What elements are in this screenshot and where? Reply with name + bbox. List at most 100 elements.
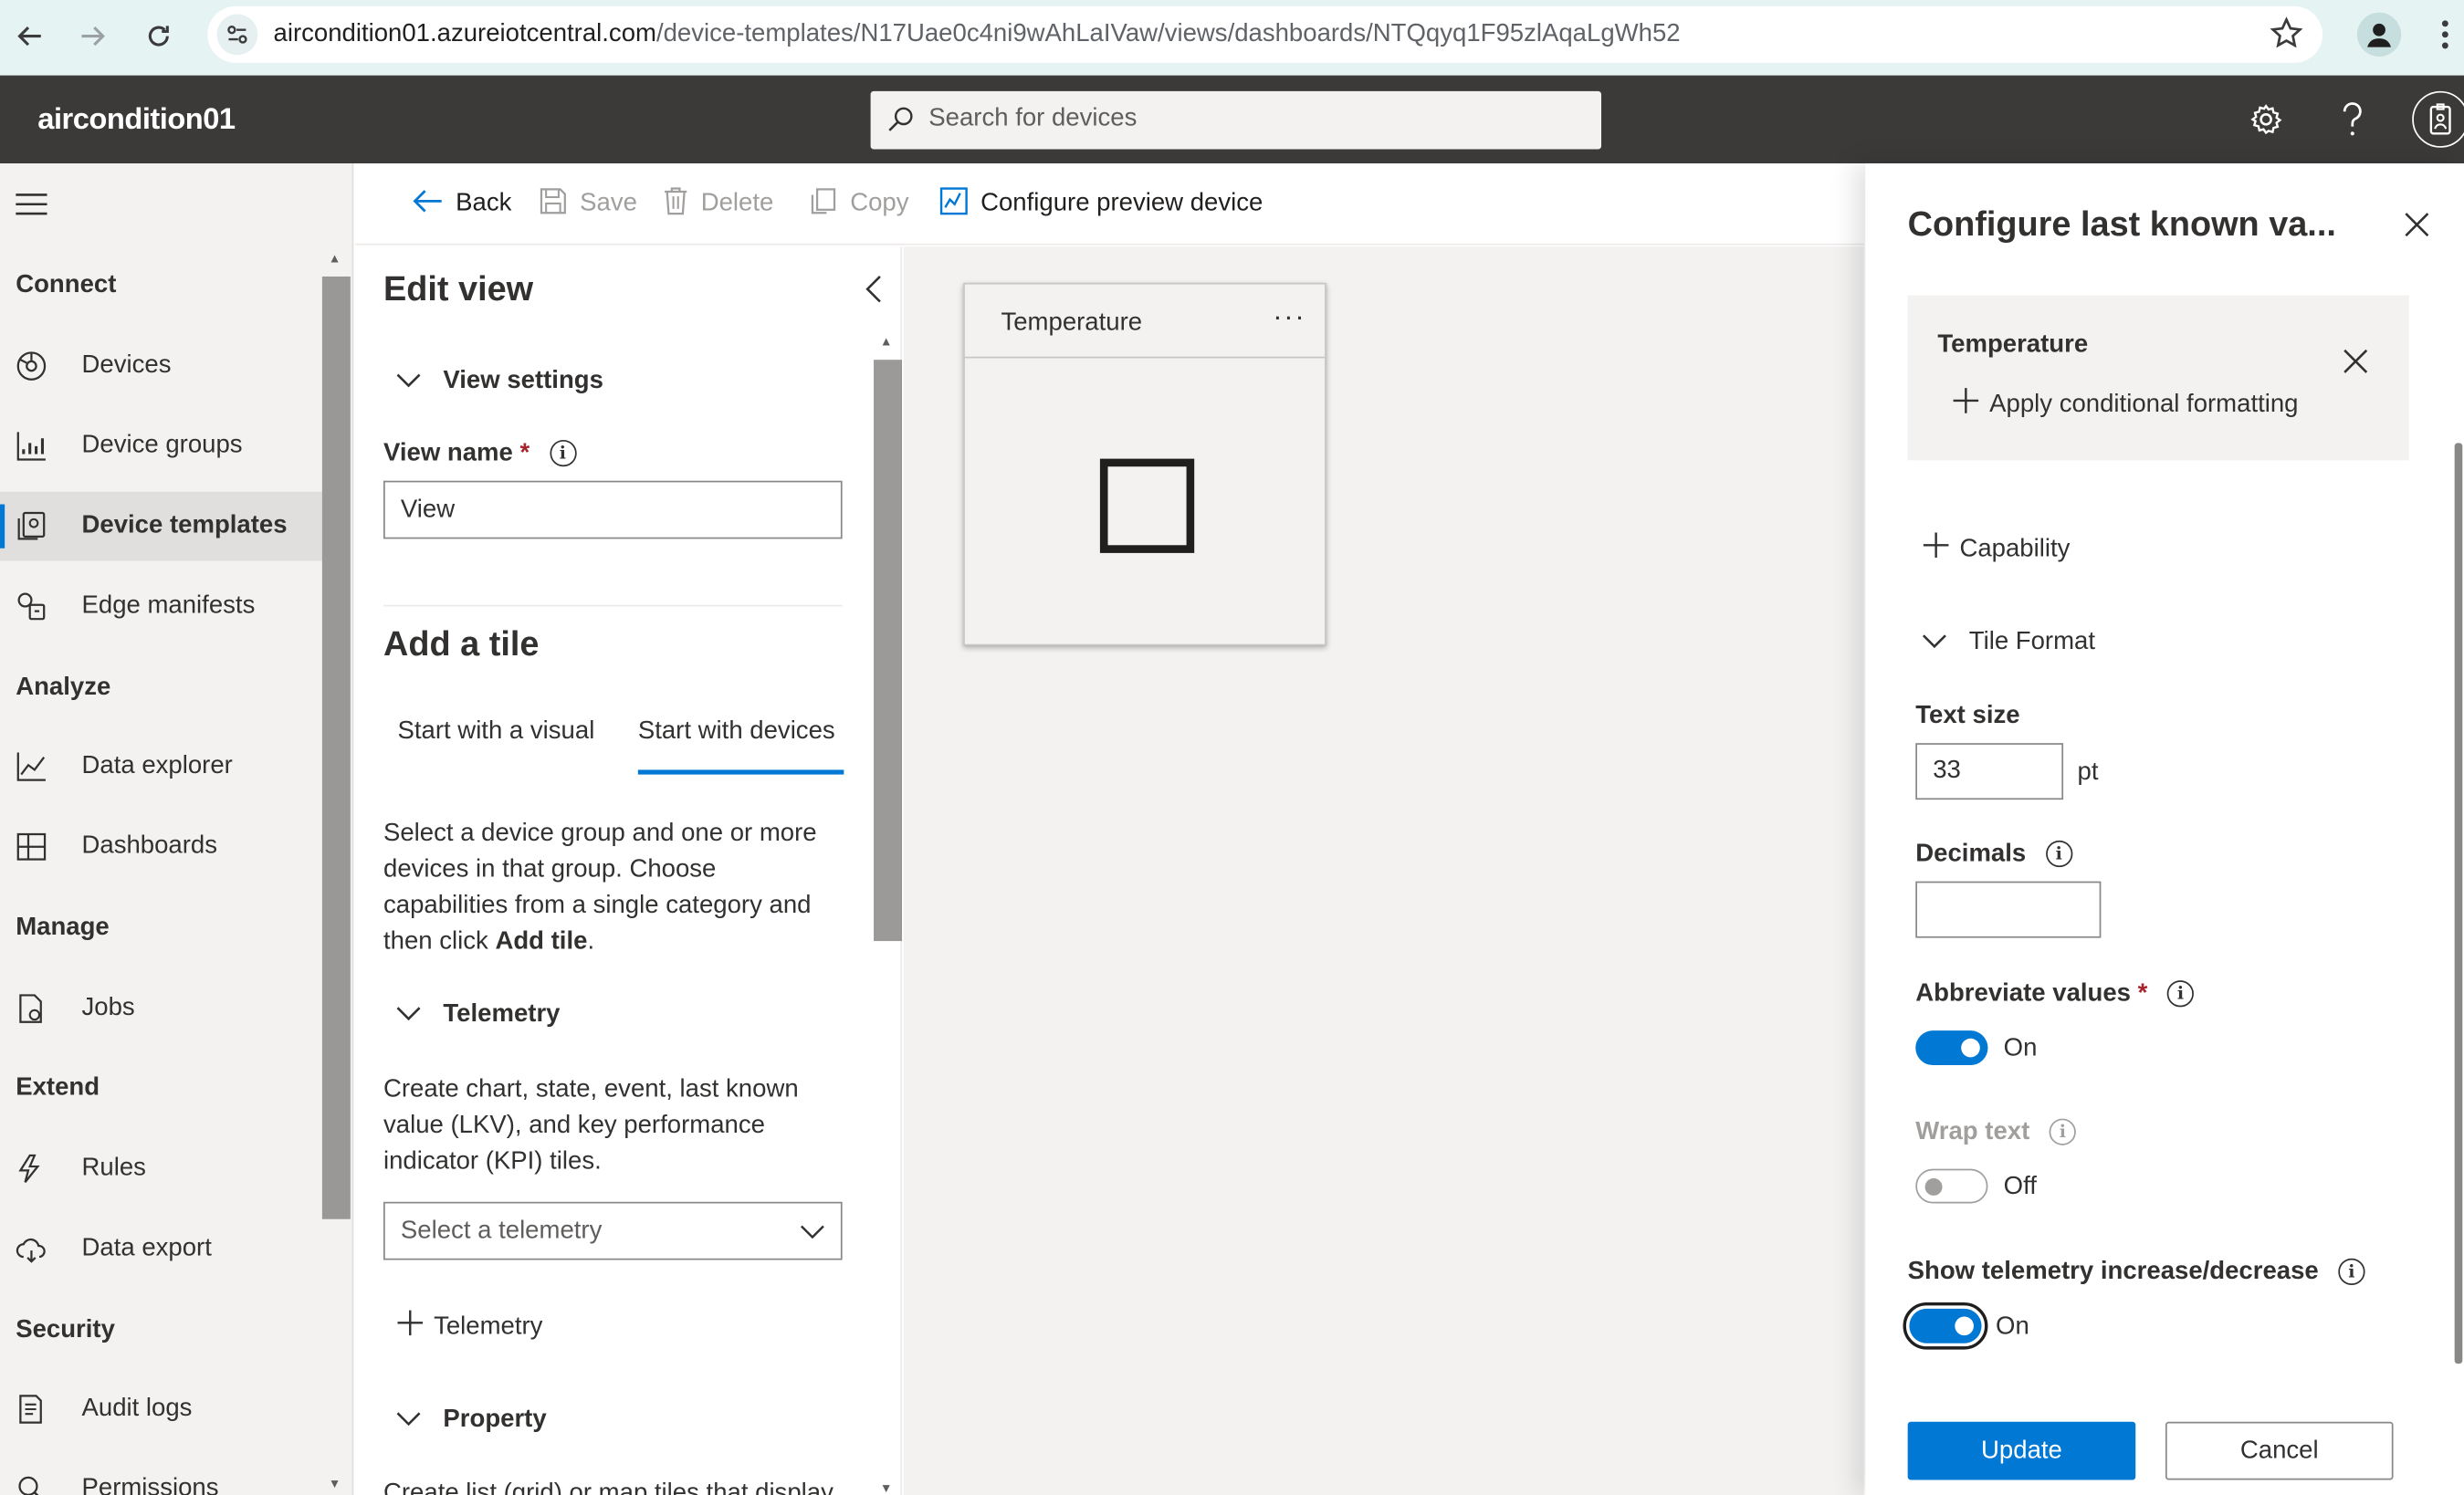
tab-start-with-visual[interactable]: Start with a visual: [397, 718, 594, 747]
temperature-tile[interactable]: Temperature ···: [963, 282, 1326, 646]
sidebar-item-edge-manifests[interactable]: Edge manifests: [0, 572, 322, 642]
more-options-icon[interactable]: ···: [1273, 300, 1305, 333]
hamburger-menu-icon[interactable]: [16, 192, 47, 225]
sidebar-item-device-templates[interactable]: Device templates: [0, 491, 322, 561]
browser-back-icon[interactable]: [9, 16, 50, 57]
show-telemetry-state: On: [1996, 1313, 2029, 1341]
sidebar-item-devices[interactable]: Devices: [0, 331, 322, 401]
sidebar-item-permissions[interactable]: Permissions: [0, 1455, 322, 1495]
sidebar-item-audit-logs[interactable]: Audit logs: [0, 1375, 322, 1444]
account-badge-icon[interactable]: [2412, 90, 2464, 148]
remove-capability-close-icon[interactable]: [2343, 349, 2368, 382]
scroll-down-arrow-icon[interactable]: ▼: [329, 1477, 341, 1490]
view-name-input[interactable]: View: [383, 480, 843, 539]
telemetry-section-toggle[interactable]: Telemetry: [396, 1000, 560, 1029]
sidebar-item-label: Dashboards: [81, 832, 218, 860]
decimals-label: Decimals i: [1915, 841, 2072, 869]
wrap-text-label: Wrap text i: [1915, 1119, 2076, 1147]
browser-forward-icon[interactable]: [72, 16, 113, 57]
wrap-text-toggle[interactable]: [1915, 1168, 1988, 1204]
property-description: Create list (grid) or map tiles that dis…: [383, 1479, 834, 1495]
jobs-icon: [16, 993, 47, 1024]
collapse-pane-chevron-icon[interactable]: [865, 275, 884, 311]
view-settings-toggle[interactable]: View settings: [396, 368, 603, 396]
browser-toolbar: aircondition01.azureiotcentral.com/devic…: [0, 0, 2464, 76]
search-icon: [886, 105, 915, 141]
site-settings-icon[interactable]: [216, 14, 258, 56]
scroll-up-arrow-icon[interactable]: ▲: [880, 335, 893, 349]
copy-button[interactable]: Copy: [809, 186, 909, 223]
update-button[interactable]: Update: [1907, 1421, 2136, 1480]
data-explorer-icon: [16, 751, 47, 782]
sidebar-item-label: Data explorer: [81, 752, 233, 779]
add-capability-button[interactable]: Capability: [1922, 531, 2070, 568]
apply-conditional-formatting-button[interactable]: Apply conditional formatting: [1952, 386, 2299, 423]
search-input[interactable]: Search for devices: [928, 105, 1137, 133]
settings-gear-icon[interactable]: [2244, 98, 2288, 141]
nav-section-extend: Extend: [16, 1074, 100, 1102]
property-section-toggle[interactable]: Property: [396, 1406, 547, 1435]
device-templates-icon: [16, 510, 47, 541]
info-icon[interactable]: i: [2049, 1119, 2076, 1146]
view-name-label: View name * i: [383, 440, 576, 468]
text-size-unit: pt: [2077, 758, 2099, 786]
profile-avatar-icon[interactable]: [2356, 12, 2402, 57]
info-icon[interactable]: i: [549, 440, 576, 467]
tab-start-with-devices[interactable]: Start with devices: [638, 718, 835, 747]
chevron-down-icon: [396, 368, 422, 396]
address-bar[interactable]: aircondition01.azureiotcentral.com/devic…: [207, 5, 2323, 63]
bookmark-star-icon[interactable]: [2270, 16, 2304, 58]
app-header: aircondition01 Search for devices: [0, 75, 2464, 164]
help-icon[interactable]: [2331, 98, 2375, 141]
sidebar-item-rules[interactable]: Rules: [0, 1134, 322, 1204]
back-button[interactable]: Back: [412, 187, 511, 222]
nav-section-analyze: Analyze: [16, 674, 111, 701]
copy-icon: [809, 186, 837, 223]
sidebar-item-dashboards[interactable]: Dashboards: [0, 812, 322, 882]
edge-manifests-icon: [16, 591, 47, 622]
delete-button[interactable]: Delete: [663, 186, 773, 222]
panel-scrollbar[interactable]: [2454, 443, 2463, 1364]
chevron-down-icon: [1922, 629, 1947, 657]
close-icon[interactable]: [2405, 212, 2430, 245]
configure-preview-device-button[interactable]: Configure preview device: [939, 186, 1263, 222]
sidebar-item-label: Audit logs: [81, 1395, 193, 1422]
scroll-down-arrow-icon[interactable]: ▼: [880, 1481, 893, 1495]
telemetry-description: Create chart, state, event, last known v…: [383, 1076, 799, 1176]
tile-title: Temperature: [1001, 309, 1143, 337]
info-icon[interactable]: i: [2045, 841, 2072, 868]
tile-format-toggle[interactable]: Tile Format: [1922, 629, 2095, 657]
sidebar-item-label: Rules: [81, 1155, 146, 1182]
browser-menu-icon[interactable]: [2440, 19, 2449, 58]
sidebar-item-jobs[interactable]: Jobs: [0, 974, 322, 1043]
sidebar-item-label: Data export: [81, 1234, 212, 1262]
sidebar-item-data-explorer[interactable]: Data explorer: [0, 732, 322, 801]
scroll-up-arrow-icon[interactable]: ▲: [329, 251, 341, 265]
plus-icon: [1922, 531, 1950, 568]
info-icon[interactable]: i: [2338, 1259, 2365, 1286]
app-name[interactable]: aircondition01: [37, 104, 236, 139]
decimals-input[interactable]: [1915, 881, 2102, 938]
browser-reload-icon[interactable]: [138, 16, 179, 57]
save-button[interactable]: Save: [539, 187, 637, 222]
sidebar-item-data-export[interactable]: Data export: [0, 1215, 322, 1284]
add-telemetry-button[interactable]: Telemetry: [396, 1309, 542, 1345]
permissions-icon: [16, 1474, 47, 1495]
cancel-button[interactable]: Cancel: [2165, 1421, 2394, 1480]
sidebar-item-label: Device templates: [81, 512, 288, 539]
search-box[interactable]: Search for devices: [870, 90, 1602, 150]
telemetry-dropdown[interactable]: Select a telemetry: [383, 1201, 843, 1260]
info-icon[interactable]: i: [2166, 980, 2195, 1008]
show-telemetry-toggle[interactable]: [1903, 1302, 1988, 1350]
nav-scrollbar[interactable]: [321, 276, 351, 1219]
tile-placeholder-square: [1099, 458, 1195, 553]
tile-header: Temperature ···: [964, 285, 1326, 359]
text-size-input[interactable]: 33: [1915, 743, 2064, 800]
edit-pane-scrollbar[interactable]: [874, 360, 903, 942]
back-arrow-icon: [412, 186, 443, 223]
sidebar-item-label: Jobs: [81, 994, 135, 1021]
abbreviate-values-toggle[interactable]: [1915, 1030, 1988, 1066]
sidebar-item-label: Edge manifests: [81, 591, 256, 620]
command-bar: Back Save Delete Copy Configure preview …: [355, 163, 1864, 246]
sidebar-item-device-groups[interactable]: Device groups: [0, 412, 322, 481]
